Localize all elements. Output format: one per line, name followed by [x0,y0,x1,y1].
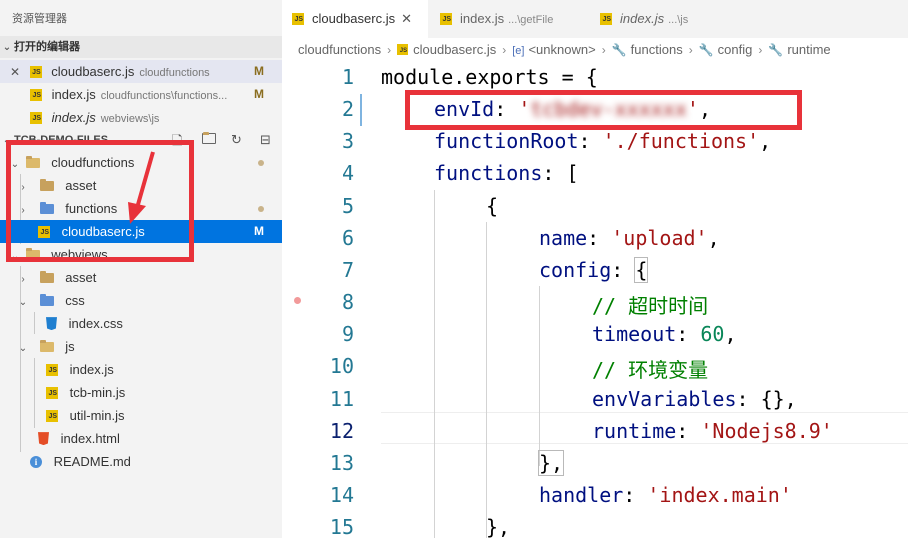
arrow-shaft [135,151,155,209]
arrow-head [128,202,146,224]
annotation-arrow [128,151,155,224]
